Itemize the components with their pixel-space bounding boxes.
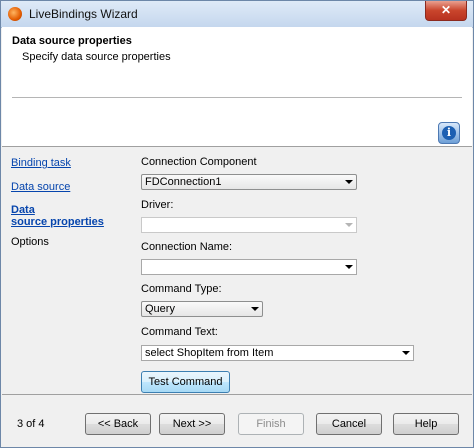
title-bar: LiveBindings Wizard ✕ [1,1,473,28]
step-current-line2: source properties [11,216,104,228]
command-text-select[interactable]: select ShopItem from Item [141,345,414,361]
step-data-source[interactable]: Data source [11,181,70,193]
chevron-down-icon [251,307,259,311]
next-button[interactable]: Next >> [159,413,225,435]
close-button[interactable]: ✕ [425,1,467,21]
chevron-down-icon [345,265,353,269]
command-text-value: select ShopItem from Item [145,347,274,359]
help-button[interactable]: Help [393,413,459,435]
step-options: Options [11,236,49,248]
step-data-source-properties: Data source properties [11,204,104,228]
connection-name-select[interactable] [141,259,357,275]
finish-button[interactable]: Finish [238,413,304,435]
wizard-window: LiveBindings Wizard ✕ Data source proper… [0,0,474,448]
info-icon-glyph: i [442,126,456,140]
page-subtitle: Specify data source properties [22,51,171,63]
properties-form: Connection Component FDConnection1 Drive… [131,147,471,394]
command-type-label: Command Type: [141,283,222,295]
connection-name-label: Connection Name: [141,241,233,253]
step-binding-task[interactable]: Binding task [11,157,71,169]
info-icon[interactable]: i [438,122,460,144]
chevron-down-icon [345,180,353,184]
chevron-down-icon [402,351,410,355]
driver-select[interactable] [141,217,357,233]
window-title: LiveBindings Wizard [29,7,138,21]
step-current-line1: Data [11,204,35,216]
test-command-button[interactable]: Test Command [141,371,230,393]
wizard-steps-nav: Binding task Data source Data source pro… [1,147,131,394]
back-button[interactable]: << Back [85,413,151,435]
wizard-header: Data source properties Specify data sour… [2,27,472,146]
footer-separator [2,394,472,395]
connection-component-select[interactable]: FDConnection1 [141,174,357,190]
cancel-button[interactable]: Cancel [316,413,382,435]
command-text-label: Command Text: [141,326,218,338]
connection-component-label: Connection Component [141,156,257,168]
page-counter: 3 of 4 [17,418,45,430]
command-type-value: Query [145,303,175,315]
header-divider [12,97,462,98]
chevron-down-icon [345,223,353,227]
app-icon [8,7,22,21]
page-title: Data source properties [12,35,132,47]
command-type-select[interactable]: Query [141,301,263,317]
connection-component-value: FDConnection1 [145,176,222,188]
driver-label: Driver: [141,199,174,211]
